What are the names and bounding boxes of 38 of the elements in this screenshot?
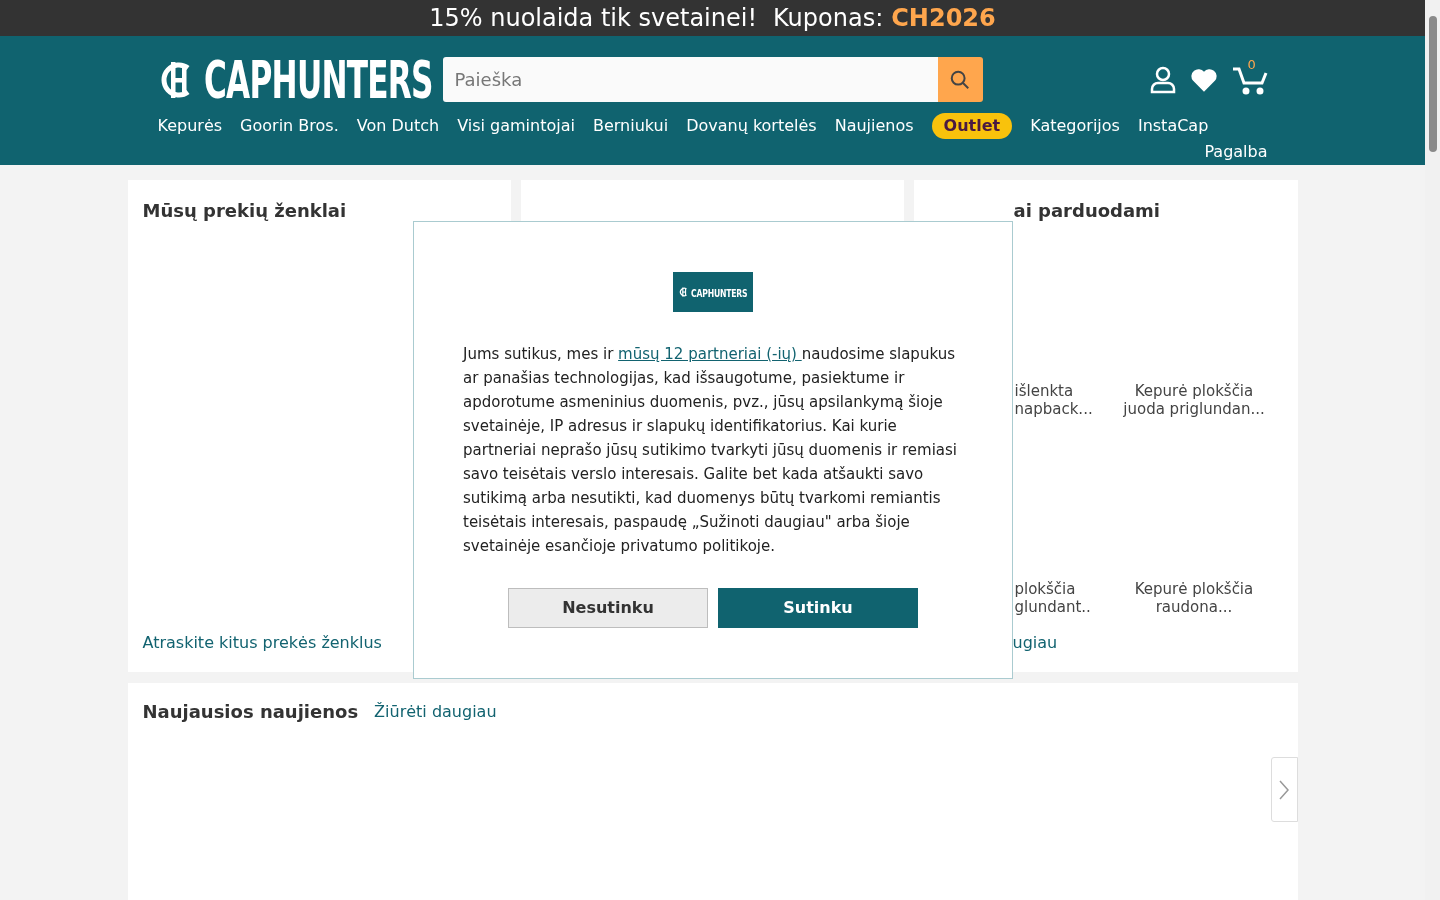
cart-count: 0 <box>1247 55 1256 74</box>
coupon-label: Kuponas: <box>773 3 884 34</box>
logo-icon <box>679 287 689 297</box>
nav-link[interactable]: Naujienos <box>834 114 914 138</box>
dialog-logo-text: CAPHUNTERS <box>691 286 748 302</box>
card-title: Mūsų prekių ženklai <box>142 199 348 223</box>
nav-link[interactable]: InstaCap <box>1137 114 1209 138</box>
scrollbar[interactable] <box>1425 0 1440 900</box>
chevron-right-icon <box>1279 779 1289 800</box>
consent-text: Jums sutikus, mes ir mūsų 12 partneriai (-ių) naudosime slapukus ar panašias technologijas, kad išsaugotume, pasiektume ir apdorotume asmeninius duomenis, pvz., jūsų apsilankymą šioje svetainėje, IP adresus ir slapukų identifikatorius. Kai kurie partneriai neprašo jūsų sutikimo tvarkyti jūsų duomenis ir remiasi savo teisėtais verslo interesais. Galite bet kada atšaukti savo sutikimą arba nesutikti, kad duomenys būtų tvarkomi remiantis teisėtais interesais, paspaudę „Sužinoti daugiau" arba šioje svetainėje esančioje privatumo politikoje. <box>463 344 959 557</box>
promo-text: 15% nuolaida tik svetainei! <box>429 3 758 34</box>
user-icon[interactable] <box>1149 65 1176 94</box>
heart-icon[interactable] <box>1189 66 1218 93</box>
search-button[interactable] <box>937 57 983 102</box>
product-name[interactable]: Kepurė plokščia raudona... <box>1114 580 1274 616</box>
decline-button[interactable]: Nesutinku <box>508 588 708 628</box>
partners-link[interactable]: mūsų 12 partneriai (-ių) <box>618 345 802 363</box>
news-link[interactable]: Žiūrėti daugiau <box>374 699 497 724</box>
coupon-code: CH2026 <box>891 3 996 34</box>
scrollbar-thumb[interactable] <box>1428 16 1437 152</box>
nav-link[interactable]: Visi gamintojai <box>457 114 575 138</box>
section-title: Naujausios naujienos <box>142 700 359 724</box>
nav-link[interactable]: Goorin Bros. <box>240 114 339 138</box>
nav-link[interactable]: Pagalba <box>1204 140 1268 164</box>
search-field[interactable]: Paieška <box>442 57 938 102</box>
search-icon <box>949 68 971 91</box>
nav-link[interactable]: Berniukui <box>592 114 669 138</box>
card-title: ai parduodami <box>1012 199 1161 223</box>
product-name[interactable]: Kepurė plokščia juoda priglundan... <box>1114 382 1274 418</box>
nav-link[interactable]: Von Dutch <box>356 114 440 138</box>
nav-link[interactable]: Kategorijos <box>1030 114 1120 138</box>
product-name[interactable]: plokščia glundant.. <box>1014 580 1100 616</box>
nav-link[interactable]: Kepurės <box>157 114 223 138</box>
logo-text[interactable]: CAPHUNTERS <box>203 53 433 106</box>
nav-link[interactable]: Dovanų kortelės <box>686 114 817 138</box>
accept-button[interactable]: Sutinku <box>718 588 918 628</box>
product-name[interactable]: išlenkta napback... <box>1014 382 1100 418</box>
nav-badge[interactable]: Outlet <box>931 113 1013 139</box>
